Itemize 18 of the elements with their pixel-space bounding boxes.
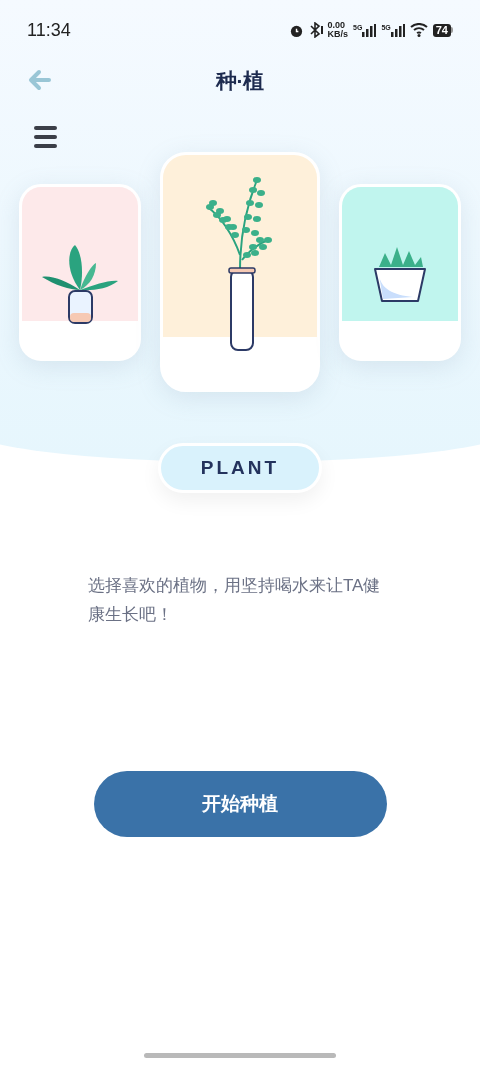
bluetooth-icon — [308, 22, 323, 38]
plant-card[interactable] — [160, 152, 320, 392]
plant-label: PLANT — [158, 443, 322, 493]
back-arrow-icon — [28, 69, 52, 91]
signal-icon — [390, 23, 405, 37]
menu-button[interactable] — [34, 126, 57, 148]
wifi-icon — [409, 23, 428, 37]
status-time: 11:34 — [27, 18, 71, 42]
back-button[interactable] — [28, 69, 52, 91]
plant-card[interactable] — [339, 183, 461, 361]
start-planting-button[interactable]: 开始种植 — [93, 771, 387, 837]
network-speed-unit: KB/s — [327, 30, 349, 39]
network-speed-value: 0.00 — [327, 21, 347, 30]
plant-card[interactable] — [19, 183, 141, 361]
battery-level: 74 — [432, 23, 451, 37]
signal-icon — [362, 23, 377, 37]
page-title: 种·植 — [215, 68, 265, 95]
description-text: 选择喜欢的植物，用坚持喝水来让TA健康生长吧！ — [88, 575, 382, 626]
